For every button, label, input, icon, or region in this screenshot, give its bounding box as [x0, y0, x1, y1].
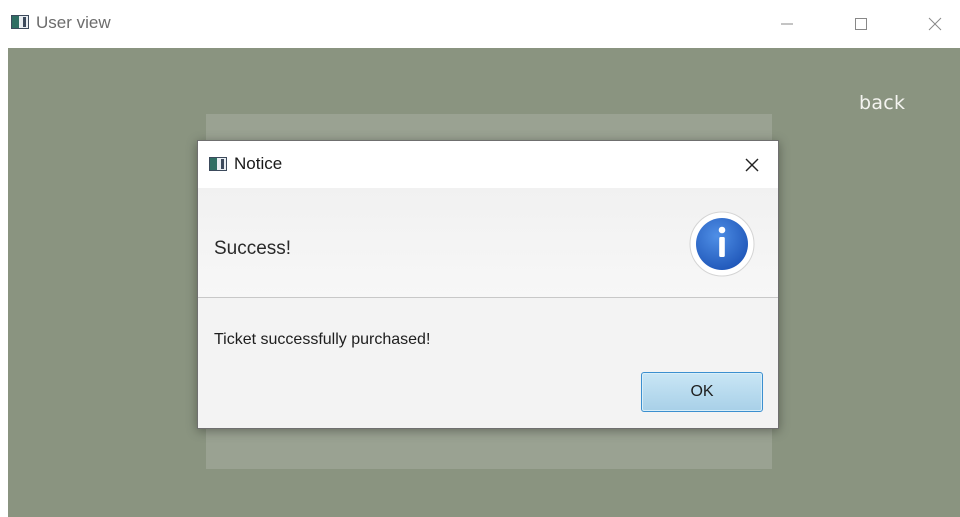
notice-dialog: Notice Success! Ticket successfully purc… [197, 140, 779, 429]
back-button[interactable]: back [859, 92, 905, 114]
dialog-titlebar: Notice [198, 141, 778, 188]
dialog-header: Success! [198, 188, 778, 298]
maximize-icon [855, 18, 867, 30]
info-icon [689, 211, 755, 277]
app-window-icon [11, 15, 29, 29]
close-icon [928, 17, 942, 31]
minimize-button[interactable] [764, 0, 810, 48]
dialog-window-icon [209, 157, 227, 171]
dialog-message: Ticket successfully purchased! [214, 331, 431, 348]
dialog-title: Notice [234, 154, 283, 173]
maximize-button[interactable] [838, 0, 884, 48]
dialog-header-text: Success! [214, 238, 292, 259]
ok-button[interactable]: OK [641, 372, 763, 412]
dialog-close-button[interactable] [732, 145, 772, 185]
close-icon [745, 158, 759, 172]
close-button[interactable] [912, 0, 958, 48]
minimize-icon [781, 23, 793, 25]
main-window-titlebar: User view [0, 0, 960, 48]
window-title: User view [36, 13, 111, 32]
